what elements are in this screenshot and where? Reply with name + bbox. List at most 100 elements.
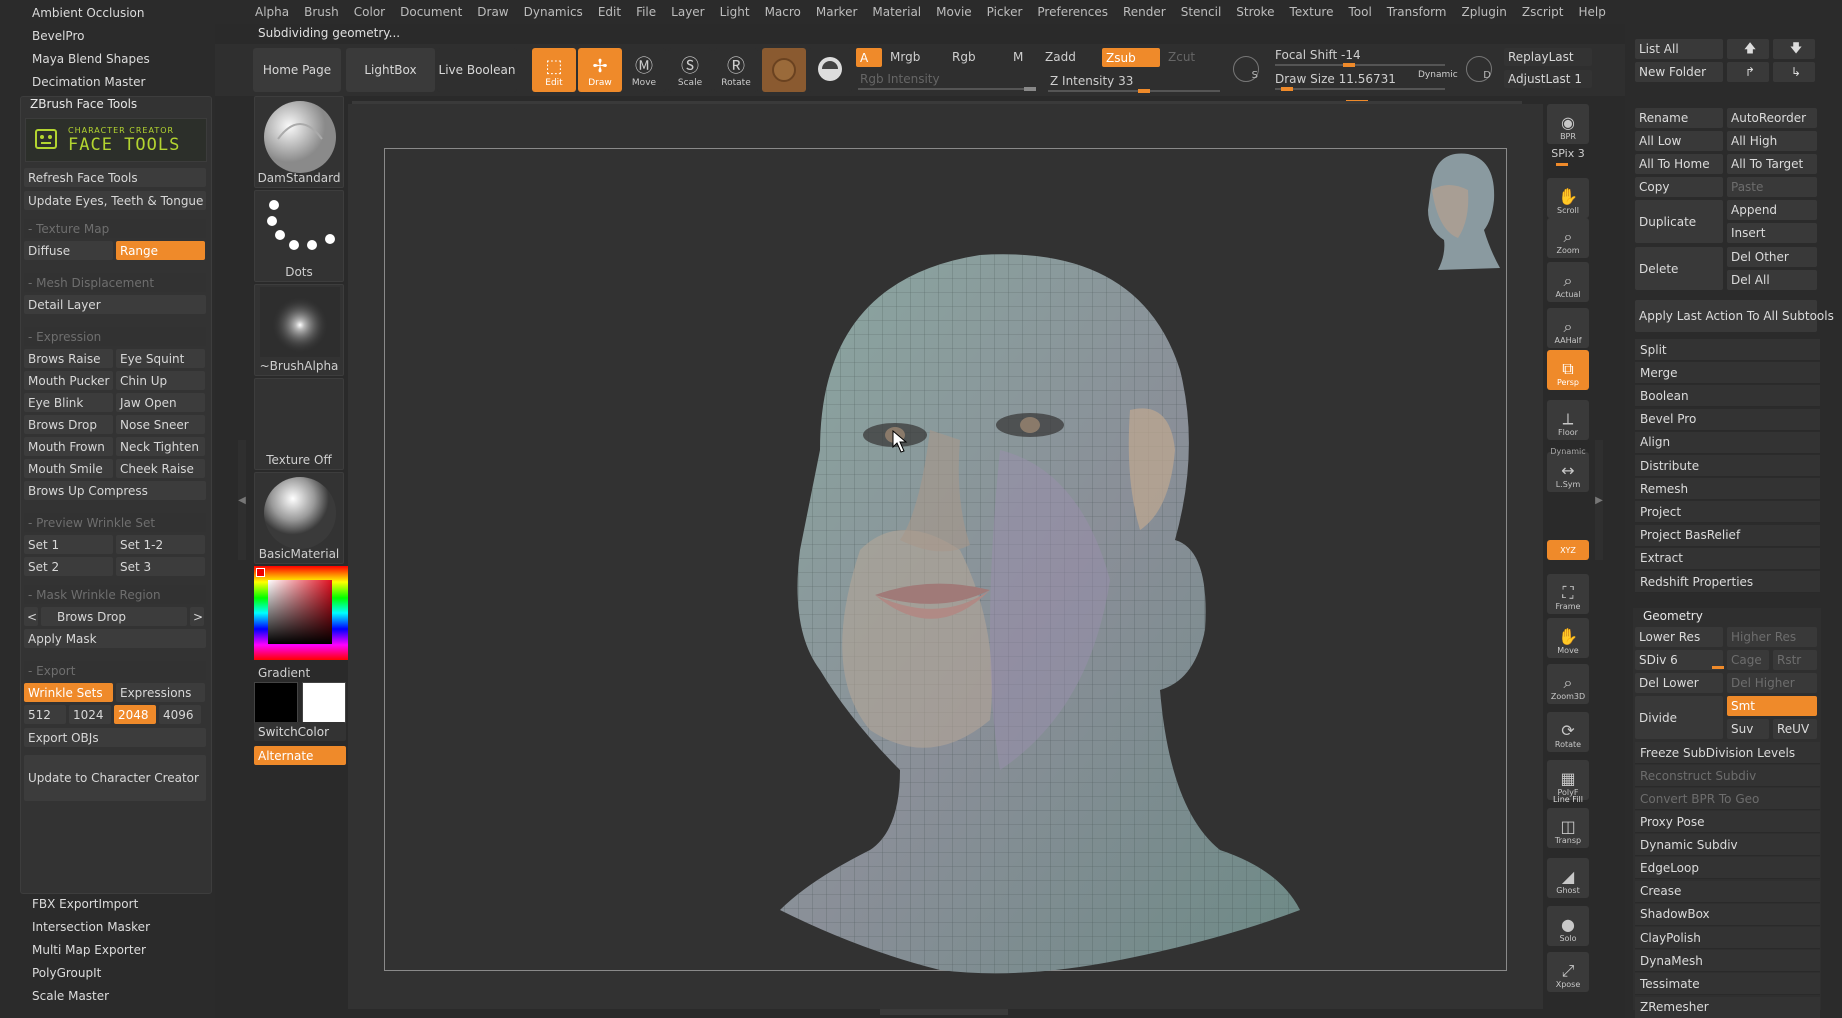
focal-shift-track[interactable] <box>1275 63 1445 67</box>
expression-section[interactable]: - Expression <box>24 327 206 346</box>
z-intensity-slider[interactable]: Z Intensity 33 <box>1050 74 1133 88</box>
brows-up-compress-button[interactable]: Brows Up Compress <box>24 481 206 500</box>
insert-button[interactable]: Insert <box>1727 223 1817 243</box>
expression-mouth-frown-button[interactable]: Mouth Frown <box>24 437 113 456</box>
menu-render[interactable]: Render <box>1123 5 1166 19</box>
diffuse-button[interactable]: Diffuse <box>24 241 113 260</box>
expression-jaw-open-button[interactable]: Jaw Open <box>116 393 205 412</box>
brush-thumbnail[interactable]: DamStandard <box>254 96 344 188</box>
expression-neck-tighten-button[interactable]: Neck Tighten <box>116 437 205 456</box>
dock-bpr-button[interactable]: ◉ BPR <box>1547 104 1589 144</box>
menu-marker[interactable]: Marker <box>816 5 857 19</box>
menu-document[interactable]: Document <box>400 5 462 19</box>
prev-region-button[interactable]: < <box>24 607 38 626</box>
move-down-button[interactable]: 🡇 <box>1773 39 1815 59</box>
claypolish-button[interactable]: ClayPolish <box>1635 927 1820 949</box>
alternate-toggle[interactable]: Alternate <box>254 746 346 765</box>
menu-file[interactable]: File <box>636 5 656 19</box>
folder-down-button[interactable]: ↳ <box>1773 62 1815 82</box>
wrinkle-sets-toggle[interactable]: Wrinkle Sets <box>24 683 113 702</box>
draw-mode-button[interactable]: ✢ Draw <box>578 48 622 92</box>
del-higher-button[interactable]: Del Higher <box>1727 673 1817 693</box>
menu-stroke[interactable]: Stroke <box>1236 5 1274 19</box>
paste-button[interactable]: Paste <box>1727 177 1817 197</box>
export-size-2048-toggle[interactable]: 2048 <box>114 705 156 724</box>
mesh-displacement-section[interactable]: - Mesh Displacement <box>24 273 206 292</box>
spix-slider[interactable]: SPix 3 <box>1547 147 1589 160</box>
dock-move-button[interactable]: ✋ Move <box>1547 618 1589 658</box>
folder-up-button[interactable]: ↱ <box>1727 62 1769 82</box>
switch-color-button[interactable]: SwitchColor <box>254 722 346 741</box>
zcut-toggle[interactable]: Zcut <box>1168 50 1195 64</box>
dock-floor-button[interactable]: ⟂ Floor <box>1547 400 1589 440</box>
tessimate-button[interactable]: Tessimate <box>1635 973 1820 996</box>
menu-layer[interactable]: Layer <box>671 5 704 19</box>
expression-eye-blink-button[interactable]: Eye Blink <box>24 393 113 412</box>
expression-brows-raise-button[interactable]: Brows Raise <box>24 349 113 368</box>
dock-frame-button[interactable]: ⛶ Frame <box>1547 574 1589 614</box>
dock-xpose-button[interactable]: ⤢ Xpose <box>1547 952 1589 992</box>
bevel-pro-button[interactable]: Bevel Pro <box>1635 408 1820 431</box>
expression-mouth-pucker-button[interactable]: Mouth Pucker <box>24 371 113 390</box>
primary-color-swatch[interactable] <box>254 682 298 726</box>
reuv-toggle[interactable]: ReUV <box>1773 719 1817 739</box>
focal-shift-slider[interactable]: Focal Shift -14 <box>1275 48 1361 62</box>
export-size-4096-toggle[interactable]: 4096 <box>159 705 201 724</box>
apply-last-action-button[interactable]: Apply Last Action To All Subtools <box>1635 300 1834 332</box>
plugin-scale-master[interactable]: Scale Master <box>0 984 215 1007</box>
right-tray-collapse-handle[interactable]: ▶ <box>1595 440 1603 560</box>
distribute-button[interactable]: Distribute <box>1635 455 1820 477</box>
all-to-target-button[interactable]: All To Target <box>1727 154 1817 174</box>
smt-toggle[interactable]: Smt <box>1727 696 1817 716</box>
move-mode-button[interactable]: Ⓜ Move <box>622 48 666 92</box>
edgeloop-button[interactable]: EdgeLoop <box>1635 857 1820 880</box>
reconstruct-subdiv-button[interactable]: Reconstruct Subdiv <box>1635 765 1820 787</box>
export-section[interactable]: - Export <box>24 661 206 680</box>
plugin-bevelpro[interactable]: BevelPro <box>0 24 215 47</box>
crease-button[interactable]: Crease <box>1635 880 1820 903</box>
dynamesh-button[interactable]: DynaMesh <box>1635 950 1820 973</box>
dock-xyz-button[interactable]: XYZ <box>1547 540 1589 560</box>
geometry-title[interactable]: Geometry <box>1643 609 1703 623</box>
texture-thumbnail[interactable]: Texture Off <box>254 378 344 470</box>
all-to-home-button[interactable]: All To Home <box>1635 154 1723 174</box>
color-picker[interactable] <box>254 566 348 660</box>
detail-layer-button[interactable]: Detail Layer <box>24 295 206 314</box>
adjust-last-slider[interactable]: AdjustLast 1 <box>1504 70 1592 88</box>
export-size-512-toggle[interactable]: 512 <box>24 705 66 724</box>
head-model[interactable] <box>700 250 1340 990</box>
preview-wrinkle-section[interactable]: - Preview Wrinkle Set <box>24 513 206 532</box>
menu-zplugin[interactable]: Zplugin <box>1462 5 1507 19</box>
menu-tool[interactable]: Tool <box>1348 5 1371 19</box>
mask-wrinkle-section[interactable]: - Mask Wrinkle Region <box>24 585 206 604</box>
rgb-intensity-track[interactable] <box>858 87 1036 91</box>
a-toggle[interactable]: A <box>856 48 882 67</box>
dock-rotate-button[interactable]: ⟳ Rotate <box>1547 712 1589 752</box>
menu-texture[interactable]: Texture <box>1290 5 1334 19</box>
expression-eye-squint-button[interactable]: Eye Squint <box>116 349 205 368</box>
menu-material[interactable]: Material <box>872 5 921 19</box>
material-thumbnail[interactable]: BasicMaterial <box>254 472 344 564</box>
dock-zoom-button[interactable]: ⌕ Zoom <box>1547 218 1589 258</box>
face-tools-title[interactable]: ZBrush Face Tools <box>30 97 137 111</box>
del-other-button[interactable]: Del Other <box>1727 247 1817 267</box>
menu-movie[interactable]: Movie <box>936 5 972 19</box>
copy-button[interactable]: Copy <box>1635 177 1723 197</box>
append-button[interactable]: Append <box>1727 200 1817 220</box>
menu-brush[interactable]: Brush <box>304 5 339 19</box>
color-picker-square[interactable] <box>268 580 332 644</box>
dock-solo-button[interactable]: ● Solo <box>1547 906 1589 946</box>
menu-light[interactable]: Light <box>720 5 750 19</box>
divide-button[interactable]: Divide <box>1635 696 1723 739</box>
dock-zoom3d-button[interactable]: ⌕ Zoom3D <box>1547 664 1589 704</box>
m-toggle[interactable]: M <box>1013 50 1023 64</box>
expression-cheek-raise-button[interactable]: Cheek Raise <box>116 459 205 478</box>
dock-scroll-button[interactable]: ✋ Scroll <box>1547 178 1589 218</box>
redshift-properties-button[interactable]: Redshift Properties <box>1635 571 1820 593</box>
plugin-ambient-occlusion[interactable]: Ambient Occlusion <box>0 1 215 24</box>
menu-edit[interactable]: Edit <box>598 5 621 19</box>
range-button[interactable]: Range <box>116 241 205 260</box>
suv-toggle[interactable]: Suv <box>1727 719 1769 739</box>
wrinkle-set-1-2-button[interactable]: Set 1-2 <box>116 535 205 554</box>
menu-help[interactable]: Help <box>1579 5 1606 19</box>
